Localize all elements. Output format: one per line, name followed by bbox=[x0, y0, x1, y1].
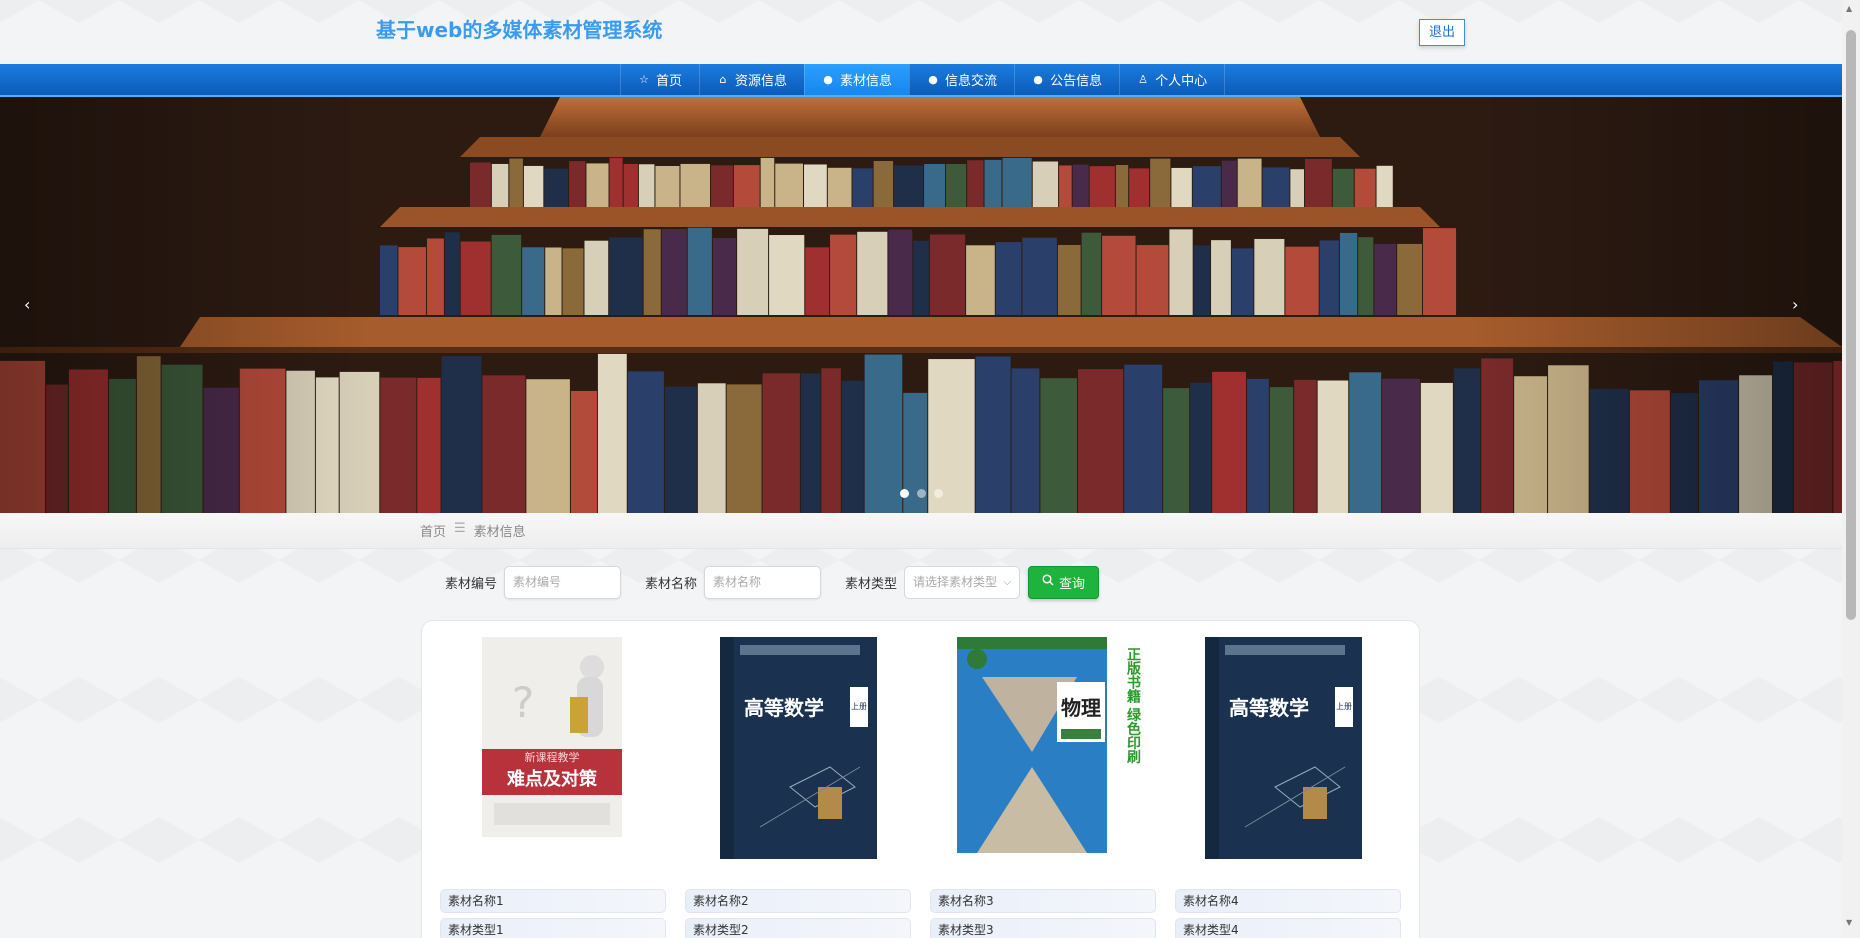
banner-prev-arrow[interactable]: ‹ bbox=[24, 295, 30, 314]
breadcrumb-home[interactable]: 首页 bbox=[420, 521, 446, 540]
search-button[interactable]: 查询 bbox=[1028, 565, 1100, 599]
material-name: 素材名称3 bbox=[930, 889, 1156, 913]
cover-subtitle: 上册 bbox=[1336, 702, 1352, 711]
nav-item-label: 公告信息 bbox=[1050, 74, 1103, 89]
question-icon: ● bbox=[928, 73, 938, 86]
banner-carousel: ‹ › bbox=[0, 97, 1842, 513]
code-input[interactable]: 素材编号 bbox=[504, 565, 622, 599]
banner-dot[interactable] bbox=[934, 489, 943, 498]
nav-item-label: 素材信息 bbox=[840, 74, 893, 89]
breadcrumb-current: 素材信息 bbox=[473, 525, 526, 540]
scroll-down-icon[interactable]: ▼ bbox=[1846, 918, 1852, 927]
info-icon: ● bbox=[823, 73, 833, 86]
nav-item-home[interactable]: ☆ 首页 bbox=[620, 64, 699, 95]
banner-dot[interactable] bbox=[917, 489, 926, 498]
breadcrumb: 首页 ☰ 素材信息 bbox=[420, 521, 526, 540]
cover-title: 难点及对策 bbox=[506, 768, 598, 790]
nav-item-label: 个人中心 bbox=[1155, 74, 1208, 89]
cover-image: 物理 正版书籍 绿色印刷 bbox=[957, 637, 1141, 853]
logout-button[interactable]: 退出 bbox=[1419, 19, 1465, 46]
material-type: 素材类型1 bbox=[440, 918, 666, 938]
nav-item-notices[interactable]: ● 公告信息 bbox=[1014, 64, 1119, 95]
banner-next-arrow[interactable]: › bbox=[1792, 295, 1798, 314]
main-nav: ☆ 首页 ⌂ 资源信息 ● 素材信息 ● 信息交流 ● 公告信息 ♙ 个人中心 bbox=[0, 64, 1842, 97]
site-title: 基于web的多媒体素材管理系统 bbox=[376, 18, 663, 42]
info-circle-icon: ● bbox=[1033, 73, 1043, 86]
type-label: 素材类型 bbox=[845, 576, 898, 592]
nav-item-profile[interactable]: ♙ 个人中心 bbox=[1119, 64, 1226, 95]
material-name: 素材名称1 bbox=[440, 889, 666, 913]
cover-title: 物理 bbox=[1061, 696, 1101, 720]
type-select-placeholder: 请选择素材类型 bbox=[913, 574, 998, 589]
star-icon: ☆ bbox=[639, 73, 649, 86]
breadcrumb-bar: 首页 ☰ 素材信息 bbox=[0, 513, 1842, 549]
nav-item-exchange[interactable]: ● 信息交流 bbox=[909, 64, 1014, 95]
name-input[interactable]: 素材名称 bbox=[704, 565, 822, 599]
user-icon: ♙ bbox=[1138, 73, 1149, 86]
scroll-up-icon[interactable]: ▲ bbox=[1846, 4, 1852, 13]
scroll-thumb[interactable] bbox=[1846, 30, 1856, 620]
nav-item-label: 资源信息 bbox=[735, 74, 788, 89]
search-button-label: 查询 bbox=[1059, 576, 1086, 592]
cover-side-text: 正版书籍 绿色印刷 bbox=[1125, 647, 1141, 765]
nav-item-materials[interactable]: ● 素材信息 bbox=[804, 64, 910, 95]
cover-image: ? 新课程教学 难点及对策 bbox=[482, 637, 622, 837]
banner-dots bbox=[900, 489, 943, 498]
material-type: 素材类型2 bbox=[685, 918, 911, 938]
cover-image: 高等数学 上册 bbox=[720, 637, 877, 859]
banner-dot[interactable] bbox=[900, 489, 909, 498]
name-label: 素材名称 bbox=[645, 576, 698, 592]
nav-item-resources[interactable]: ⌂ 资源信息 bbox=[699, 64, 804, 95]
cover-title: 高等数学 bbox=[1229, 696, 1309, 720]
material-name: 素材名称4 bbox=[1175, 889, 1401, 913]
cover-subtitle: 上册 bbox=[851, 702, 867, 711]
breadcrumb-separator-icon: ☰ bbox=[454, 521, 466, 536]
page-scrollbar[interactable]: ▲ ▼ bbox=[1842, 0, 1860, 938]
material-type: 素材类型3 bbox=[930, 918, 1156, 938]
banner-image bbox=[0, 97, 1842, 513]
material-name: 素材名称2 bbox=[685, 889, 911, 913]
cover-title: 高等数学 bbox=[744, 696, 824, 720]
search-form: 素材编号 素材编号 素材名称 素材名称 素材类型 请选择素材类型 ⌵ 查询 bbox=[445, 564, 1100, 600]
type-select[interactable]: 请选择素材类型 ⌵ bbox=[904, 565, 1021, 599]
chevron-down-icon: ⌵ bbox=[1003, 576, 1012, 588]
material-type: 素材类型4 bbox=[1175, 918, 1401, 938]
material-list: ? 新课程教学 难点及对策 素材名称1 素材类型1 高等数学 上册 素材名称2 … bbox=[421, 620, 1420, 938]
nav-item-label: 信息交流 bbox=[945, 74, 998, 89]
svg-text:?: ? bbox=[512, 678, 534, 727]
cover-image: 高等数学 上册 bbox=[1205, 637, 1362, 859]
top-header: 基于web的多媒体素材管理系统 退出 bbox=[0, 0, 1842, 64]
cover-subtitle: 新课程教学 bbox=[525, 750, 580, 764]
nav-item-label: 首页 bbox=[656, 74, 683, 89]
code-label: 素材编号 bbox=[445, 576, 498, 592]
bag-icon: ⌂ bbox=[719, 73, 727, 86]
search-icon bbox=[1042, 574, 1054, 590]
